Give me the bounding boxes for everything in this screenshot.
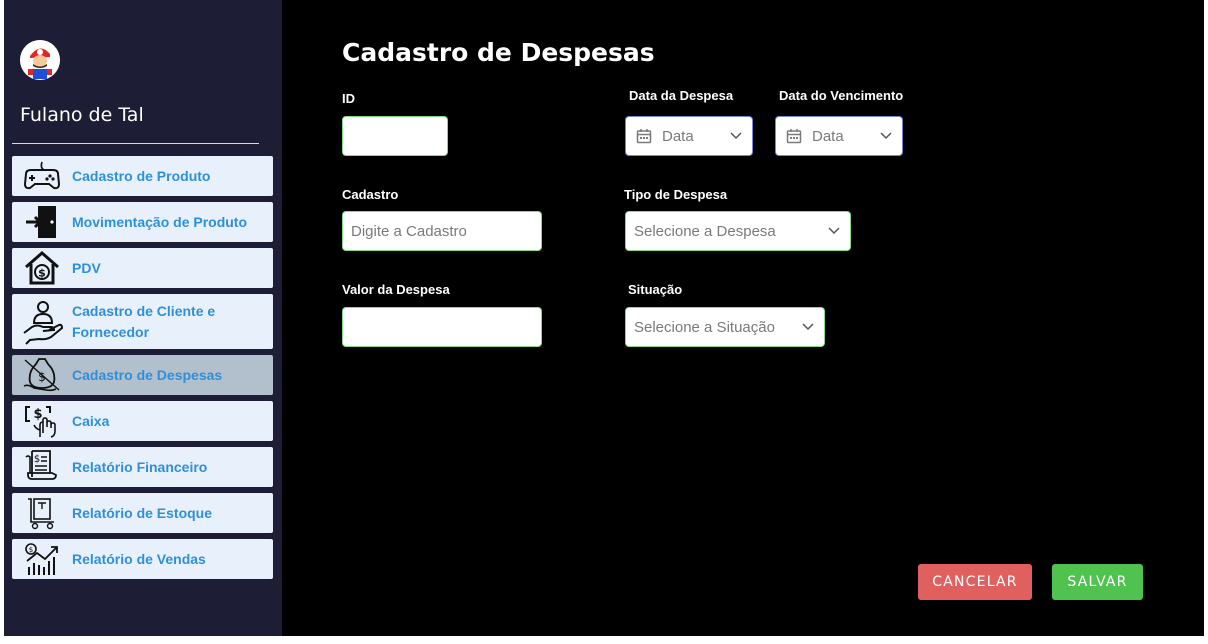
user-name: Fulano de Tal	[20, 104, 144, 126]
page-title: Cadastro de Despesas	[342, 38, 655, 67]
data-vencimento-placeholder: Data	[812, 127, 844, 145]
sidebar-item-label: Relatório de Estoque	[72, 504, 213, 521]
cash-hand-icon: $	[12, 401, 72, 441]
door-enter-icon	[12, 202, 72, 242]
sidebar-divider	[12, 143, 259, 144]
situacao-label: Situação	[628, 282, 683, 297]
tipo-despesa-value: Selecione a Despesa	[634, 222, 776, 240]
situacao-value: Selecione a Situação	[634, 318, 775, 336]
sidebar-item-label: Relatório de Vendas	[72, 550, 206, 567]
avatar[interactable]	[20, 40, 60, 80]
app-window: Fulano de Tal Cadastro de Produto Movime…	[4, 0, 1204, 636]
house-dollar-icon: $	[12, 248, 72, 288]
money-bag-hand-icon: $	[12, 355, 72, 395]
sidebar-item-relatorio-financeiro[interactable]: $ Relatório Financeiro	[12, 447, 273, 487]
sidebar-item-cadastro-cliente[interactable]: Cadastro de Cliente e Fornecedor	[12, 294, 273, 349]
sidebar-item-label: Relatório Financeiro	[72, 458, 208, 475]
data-vencimento-label: Data do Vencimento	[779, 88, 904, 103]
sidebar-item-cadastro-produto[interactable]: Cadastro de Produto	[12, 156, 273, 196]
main-content: Cadastro de Despesas ID Data da Despesa …	[282, 0, 1204, 636]
cadastro-input[interactable]: Digite a Cadastro	[342, 211, 542, 251]
svg-text:$: $	[34, 454, 40, 465]
id-label: ID	[342, 91, 355, 106]
calendar-icon	[636, 129, 652, 144]
chevron-down-icon	[802, 323, 814, 331]
sidebar-item-label: Cadastro de Produto	[72, 167, 211, 184]
sidebar-item-relatorio-vendas[interactable]: $ Relatório de Vendas	[12, 539, 273, 579]
sidebar-item-cadastro-despesas[interactable]: $ Cadastro de Despesas	[12, 355, 273, 395]
svg-text:$: $	[38, 267, 46, 280]
sidebar-item-pdv[interactable]: $ PDV	[12, 248, 273, 288]
stock-cart-icon	[12, 493, 72, 533]
data-despesa-label: Data da Despesa	[629, 88, 734, 103]
sidebar-item-caixa[interactable]: $ Caixa	[12, 401, 273, 441]
cadastro-label: Cadastro	[342, 187, 399, 202]
financial-report-icon: $	[12, 447, 72, 487]
save-button[interactable]: SALVAR	[1052, 564, 1143, 600]
valor-despesa-label: Valor da Despesa	[342, 282, 450, 297]
chevron-down-icon	[880, 132, 892, 140]
chevron-down-icon	[730, 132, 742, 140]
cancel-button[interactable]: CANCELAR	[918, 564, 1032, 600]
gamepad-icon	[12, 156, 72, 196]
tipo-despesa-select[interactable]: Selecione a Despesa	[625, 211, 851, 251]
data-despesa-placeholder: Data	[662, 127, 694, 145]
sidebar-item-label: Cadastro de Despesas	[72, 366, 223, 383]
sales-chart-icon: $	[12, 539, 72, 579]
id-field[interactable]	[342, 116, 448, 156]
sidebar-item-label: Movimentação de Produto	[72, 213, 248, 230]
sidebar-menu: Cadastro de Produto Movimentação de Prod…	[12, 156, 273, 585]
sidebar-item-label: PDV	[72, 259, 101, 276]
sidebar-item-relatorio-estoque[interactable]: Relatório de Estoque	[12, 493, 273, 533]
svg-text:$: $	[29, 546, 33, 554]
svg-text:$: $	[33, 407, 42, 422]
tipo-despesa-label: Tipo de Despesa	[624, 187, 728, 202]
data-despesa-picker[interactable]: Data	[625, 116, 753, 156]
sidebar-item-label: Cadastro de Cliente e Fornecedor	[72, 302, 216, 340]
hand-person-icon	[12, 300, 72, 345]
mario-avatar-icon	[20, 40, 60, 80]
sidebar: Fulano de Tal Cadastro de Produto Movime…	[4, 0, 282, 636]
sidebar-item-label: Caixa	[72, 412, 110, 429]
calendar-icon	[786, 129, 802, 144]
valor-despesa-field[interactable]	[342, 307, 542, 347]
situacao-select[interactable]: Selecione a Situação	[625, 307, 825, 347]
sidebar-item-movimentacao-produto[interactable]: Movimentação de Produto	[12, 202, 273, 242]
chevron-down-icon	[828, 227, 840, 235]
data-vencimento-picker[interactable]: Data	[775, 116, 903, 156]
